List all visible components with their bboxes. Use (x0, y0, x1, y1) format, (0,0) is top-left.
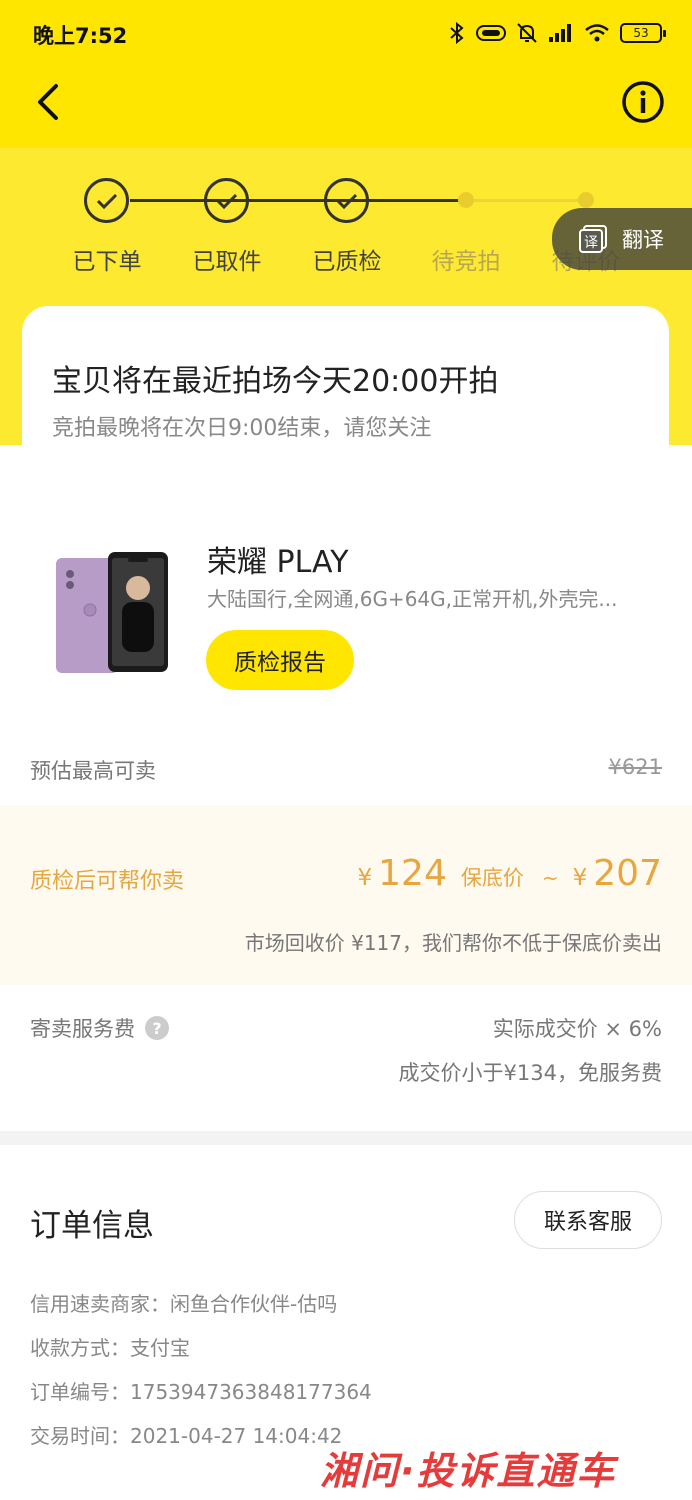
range-separator: ~ (541, 866, 559, 890)
step-pending-dot (578, 192, 594, 208)
product-image (56, 552, 168, 673)
auction-subtext: 竞拍最晚将在次日9:00结束，请您关注 (52, 416, 432, 441)
service-fee-row: 寄卖服务费 ? 实际成交价 × 6% 成交价小于¥134，免服务费 (0, 1005, 692, 1115)
back-arrow-icon[interactable] (30, 80, 70, 124)
help-icon[interactable]: ? (145, 1016, 169, 1040)
status-time: 晚上7:52 (33, 24, 128, 48)
info-icon[interactable] (621, 80, 665, 124)
sell-help-label: 质检后可帮你卖 (30, 869, 185, 894)
floor-price-label: 保底价 (460, 866, 524, 890)
status-bar: 晚上7:52 53 (0, 0, 692, 66)
watermark-logo: 湘问·投诉直通车 (320, 1449, 617, 1493)
service-fee-label-group: 寄卖服务费 ? (30, 1013, 169, 1043)
section-divider (0, 1131, 692, 1145)
mute-icon (517, 23, 537, 43)
sell-help-section: 质检后可帮你卖 ¥ 124 保底价 ~ ¥ 207 市场回收价 ¥117，我们帮… (0, 805, 692, 985)
max-price: 207 (593, 853, 662, 894)
step-label: 待竞拍 (431, 249, 501, 275)
market-price-note: 市场回收价 ¥117，我们帮你不低于保底价卖出 (244, 931, 662, 955)
estimate-label: 预估最高可卖 (30, 759, 156, 783)
step-label: 已质检 (312, 249, 382, 275)
step-label: 已取件 (192, 249, 262, 275)
translate-button[interactable]: 译 翻译 (552, 208, 692, 270)
translate-label: 翻译 (622, 228, 664, 252)
estimate-value: ¥621 (608, 755, 662, 779)
step-pending-dot (458, 192, 474, 208)
contact-service-button[interactable]: 联系客服 (514, 1191, 662, 1249)
inspection-report-button[interactable]: 质检报告 (206, 630, 354, 690)
service-fee-rate: 实际成交价 × 6% (492, 1017, 662, 1041)
step-check-icon (84, 178, 129, 223)
progress-line-pending (466, 199, 586, 202)
svg-text:译: 译 (584, 235, 598, 251)
currency-symbol: ¥ (357, 865, 373, 891)
battery-icon: 53 (620, 23, 666, 43)
order-info-row: 信用速卖商家：闲鱼合作伙伴-估吗 (30, 1292, 338, 1316)
auction-headline: 宝贝将在最近拍场今天20:00开拍 (52, 364, 499, 399)
battery-saver-icon (476, 25, 506, 41)
order-info-row: 收款方式：支付宝 (30, 1336, 190, 1360)
floor-price: 124 (378, 853, 447, 894)
auction-notice-card: 宝贝将在最近拍场今天20:00开拍 竞拍最晚将在次日9:00结束，请您关注 (22, 306, 669, 506)
price-range: ¥ 124 保底价 ~ ¥ 207 (358, 853, 662, 894)
step-check-icon (204, 178, 249, 223)
product-description: 大陆国行,全网通,6G+64G,正常开机,外壳完... (207, 587, 618, 611)
progress-line-done (130, 199, 460, 202)
currency-symbol: ¥ (572, 865, 588, 891)
order-info-title: 订单信息 (30, 1208, 154, 1244)
order-info-row: 订单编号：1753947363848177364 (30, 1380, 372, 1404)
product-title: 荣耀 PLAY (207, 545, 349, 580)
service-fee-label: 寄卖服务费 (30, 1017, 135, 1041)
service-fee-free-note: 成交价小于¥134，免服务费 (398, 1061, 662, 1085)
translate-icon: 译 (579, 225, 607, 253)
estimate-row: 预估最高可卖 ¥621 (0, 745, 692, 795)
order-info-row: 交易时间：2021-04-27 14:04:42 (30, 1424, 343, 1448)
wifi-icon (585, 24, 609, 42)
product-card[interactable]: 荣耀 PLAY 大陆国行,全网通,6G+64G,正常开机,外壳完... 质检报告 (0, 520, 692, 710)
step-label: 已下单 (72, 249, 142, 275)
bluetooth-icon (450, 22, 464, 44)
signal-icon (549, 24, 571, 42)
step-check-icon (324, 178, 369, 223)
status-icons: 53 (448, 20, 666, 46)
